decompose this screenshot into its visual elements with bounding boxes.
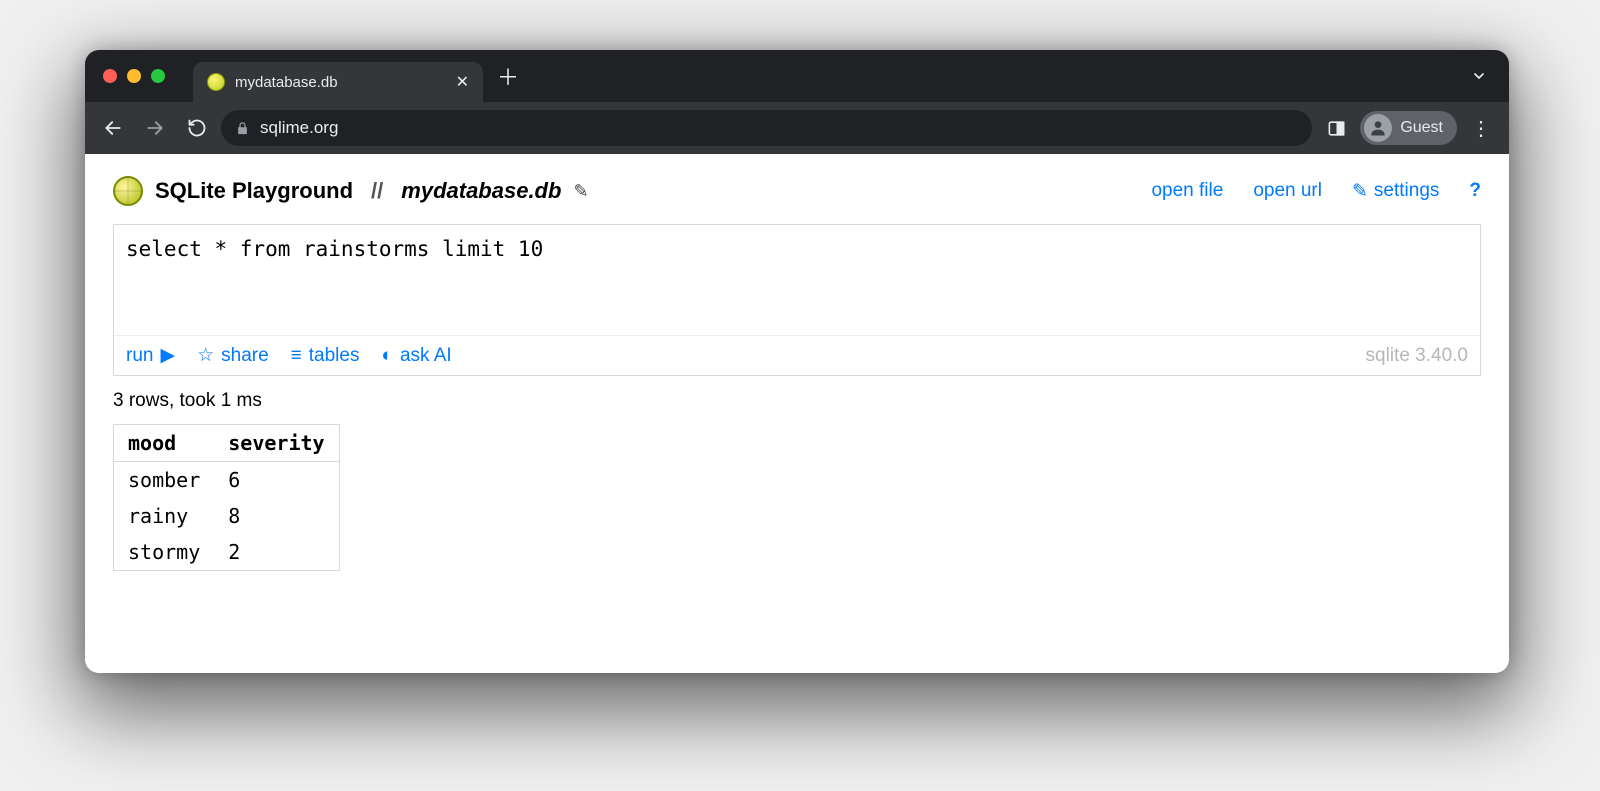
tab-strip: mydatabase.db ✕ ＋ bbox=[85, 50, 1509, 102]
ai-icon: ◐ bbox=[381, 345, 392, 367]
table-cell: 2 bbox=[214, 534, 339, 571]
close-tab-button[interactable]: ✕ bbox=[456, 72, 469, 92]
tabs-dropdown-button[interactable] bbox=[1467, 64, 1491, 88]
reload-button[interactable] bbox=[179, 110, 215, 146]
browser-window: mydatabase.db ✕ ＋ sqlime.org bbox=[85, 50, 1509, 673]
favicon-icon bbox=[207, 73, 225, 91]
open-file-link[interactable]: open file bbox=[1151, 180, 1223, 202]
back-button[interactable] bbox=[95, 110, 131, 146]
table-row: stormy2 bbox=[114, 534, 340, 571]
table-cell: stormy bbox=[114, 534, 215, 571]
url-text: sqlime.org bbox=[260, 118, 338, 138]
editor-toolbar: run ▶ ☆ share ≡ tables ◐ ask AI bbox=[114, 335, 1480, 375]
column-header: severity bbox=[214, 425, 339, 462]
open-url-link[interactable]: open url bbox=[1253, 180, 1322, 202]
header-links: open file open url ✎ settings ? bbox=[1151, 180, 1481, 203]
page-header: SQLite Playground // mydatabase.db ✎ ope… bbox=[113, 176, 1481, 206]
ask-ai-label: ask AI bbox=[400, 345, 452, 367]
sql-editor[interactable] bbox=[114, 225, 1480, 335]
new-tab-button[interactable]: ＋ bbox=[497, 60, 519, 92]
table-cell: 6 bbox=[214, 462, 339, 499]
settings-label: settings bbox=[1374, 180, 1439, 202]
help-link[interactable]: ? bbox=[1469, 180, 1481, 202]
app-title: SQLite Playground bbox=[155, 178, 353, 204]
profile-label: Guest bbox=[1400, 119, 1443, 137]
sqlite-version: sqlite 3.40.0 bbox=[1366, 345, 1468, 367]
minimize-window-button[interactable] bbox=[127, 69, 141, 83]
maximize-window-button[interactable] bbox=[151, 69, 165, 83]
rename-database-button[interactable]: ✎ bbox=[573, 181, 588, 202]
tables-label: tables bbox=[309, 345, 360, 367]
run-label: run bbox=[126, 345, 153, 367]
run-button[interactable]: run ▶ bbox=[126, 344, 175, 367]
window-controls bbox=[103, 69, 165, 83]
settings-icon: ✎ bbox=[1352, 180, 1368, 203]
browser-menu-button[interactable]: ⋮ bbox=[1463, 110, 1499, 146]
result-status: 3 rows, took 1 ms bbox=[113, 390, 1481, 412]
page-content: SQLite Playground // mydatabase.db ✎ ope… bbox=[85, 154, 1509, 673]
tab-title: mydatabase.db bbox=[235, 74, 446, 91]
table-cell: rainy bbox=[114, 498, 215, 534]
forward-button[interactable] bbox=[137, 110, 173, 146]
share-label: share bbox=[221, 345, 269, 367]
avatar-icon bbox=[1364, 114, 1392, 142]
profile-button[interactable]: Guest bbox=[1360, 111, 1457, 145]
browser-tab[interactable]: mydatabase.db ✕ bbox=[193, 62, 483, 102]
url-input[interactable]: sqlime.org bbox=[221, 110, 1312, 146]
list-icon: ≡ bbox=[291, 345, 302, 367]
address-bar: sqlime.org Guest ⋮ bbox=[85, 102, 1509, 154]
lock-icon bbox=[235, 121, 250, 136]
column-header: mood bbox=[114, 425, 215, 462]
play-icon: ▶ bbox=[160, 344, 175, 367]
tables-button[interactable]: ≡ tables bbox=[291, 344, 360, 367]
database-name: mydatabase.db bbox=[401, 178, 561, 204]
editor-panel: run ▶ ☆ share ≡ tables ◐ ask AI bbox=[113, 224, 1481, 376]
title-separator: // bbox=[371, 178, 383, 204]
settings-link[interactable]: ✎ settings bbox=[1352, 180, 1439, 203]
app-logo-icon bbox=[113, 176, 143, 206]
side-panel-button[interactable] bbox=[1318, 110, 1354, 146]
table-row: somber6 bbox=[114, 462, 340, 499]
table-cell: 8 bbox=[214, 498, 339, 534]
result-table: moodseverity somber6rainy8stormy2 bbox=[113, 424, 340, 571]
star-icon: ☆ bbox=[197, 344, 214, 367]
ask-ai-button[interactable]: ◐ ask AI bbox=[381, 344, 451, 367]
share-button[interactable]: ☆ share bbox=[197, 344, 269, 367]
table-header-row: moodseverity bbox=[114, 425, 340, 462]
close-window-button[interactable] bbox=[103, 69, 117, 83]
table-row: rainy8 bbox=[114, 498, 340, 534]
table-cell: somber bbox=[114, 462, 215, 499]
